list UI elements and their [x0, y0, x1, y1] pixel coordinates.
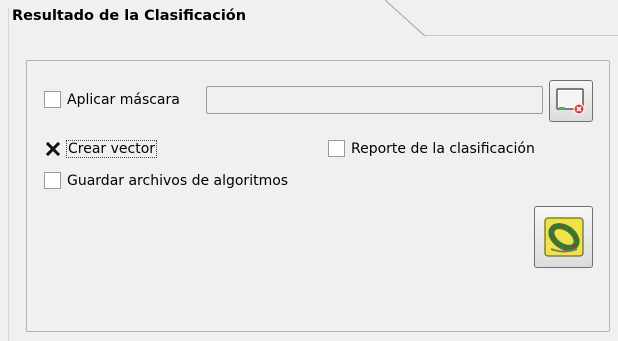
save-algorithm-files-checkbox[interactable] [44, 172, 61, 189]
classification-report-checkbox[interactable] [328, 140, 345, 157]
reset-mask-button[interactable] [549, 80, 593, 122]
section-title: Resultado de la Clasificación [12, 8, 247, 24]
save-algorithm-files-option[interactable]: Guardar archivos de algoritmos [44, 172, 288, 189]
mask-path-field[interactable] [206, 86, 543, 114]
classification-report-label: Reporte de la clasificación [351, 140, 535, 157]
apply-mask-checkbox[interactable] [44, 91, 61, 108]
check-x-icon [45, 141, 60, 156]
create-vector-checkbox[interactable] [44, 140, 61, 157]
save-algorithm-files-label: Guardar archivos de algoritmos [67, 172, 289, 189]
run-classification-icon [543, 217, 584, 257]
apply-mask-label: Aplicar máscara [67, 91, 180, 108]
tab-edge [385, 0, 618, 36]
panel-border [8, 8, 9, 341]
create-vector-label: Crear vector [65, 139, 158, 158]
apply-mask-option[interactable]: Aplicar máscara [44, 91, 180, 108]
classification-report-option[interactable]: Reporte de la clasificación [328, 140, 535, 157]
run-classification-button[interactable] [534, 206, 593, 268]
reset-mask-icon [556, 88, 585, 115]
create-vector-option[interactable]: Crear vector [44, 139, 158, 158]
